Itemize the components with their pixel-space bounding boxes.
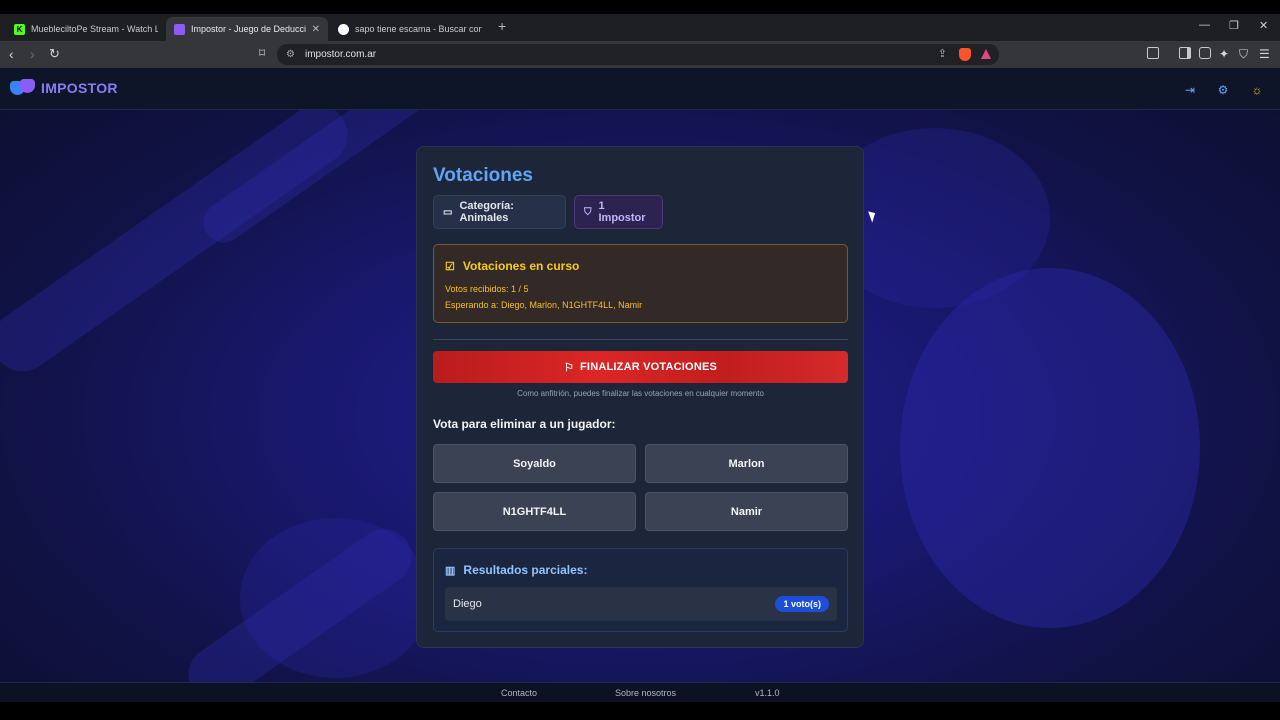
screen-bottom-border [0, 702, 1280, 720]
vote-count-badge: 1 voto(s) [775, 596, 829, 612]
host-hint: Como anfitrión, puedes finalizar las vot… [517, 389, 764, 398]
tab-title: Impostor - Juego de Deducción [191, 24, 306, 34]
mask-icon [174, 23, 185, 35]
window-close-icon[interactable]: ✕ [1259, 19, 1268, 32]
browser-tab-stream[interactable]: K MuebleciltoPe Stream - Watch Live on [6, 17, 166, 41]
brave-shields-icon[interactable] [959, 48, 971, 61]
tab-search-icon[interactable] [1147, 47, 1159, 59]
status-title: Votaciones en curso [462, 259, 580, 273]
app-logo[interactable]: IMPOSTOR [10, 79, 118, 97]
player-name: N1GHTF4LL [502, 505, 567, 518]
divider [433, 339, 848, 340]
brave-rewards-icon[interactable] [981, 49, 991, 59]
impostor-count-chip: ⛉ 1 Impostor [574, 195, 663, 229]
close-tab-icon[interactable]: ✕ [312, 24, 320, 35]
vote-player-button[interactable]: N1GHTF4LL [433, 492, 636, 531]
contact-link[interactable]: Contacto [501, 688, 537, 698]
menu-icon[interactable]: ☰ [1259, 46, 1270, 62]
about-link[interactable]: Sobre nosotros [615, 688, 676, 698]
share-icon[interactable]: ⇪ [938, 47, 947, 60]
vote-prompt: Vota para eliminar a un jugador: [433, 417, 616, 431]
waiting-players: Esperando a: Diego, Marlon, N1GHTF4LL, N… [445, 300, 643, 310]
vote-player-button[interactable]: Marlon [645, 444, 848, 483]
theater-masks-icon [10, 79, 36, 97]
vote-player-button[interactable]: Namir [645, 492, 848, 531]
wallet-icon[interactable] [1199, 47, 1211, 59]
theater-mask-bg [240, 518, 430, 678]
url-text: impostor.com.ar [304, 49, 377, 60]
kick-icon: K [14, 23, 25, 35]
theme-sun-icon[interactable]: ☼ [1245, 78, 1269, 102]
reload-icon[interactable]: ↻ [49, 46, 60, 62]
tab-title: MuebleciltoPe Stream - Watch Live on [31, 24, 158, 34]
bookmark-icon[interactable]: ⌑ [259, 46, 265, 60]
back-icon[interactable]: ‹ [9, 46, 14, 62]
leo-ai-icon[interactable]: ✦ [1219, 46, 1229, 62]
bg-stripe [0, 92, 360, 384]
results-title: Resultados parciales: [463, 563, 588, 577]
forward-icon[interactable]: › [30, 46, 35, 62]
page-footer: Contacto Sobre nosotros v1.1.0 [0, 682, 1280, 702]
screen-top-border [0, 0, 1280, 14]
address-bar[interactable]: ⚙ impostor.com.ar ⇪ [277, 44, 999, 65]
logo-text: IMPOSTOR [41, 80, 118, 96]
app-header: IMPOSTOR ⇥ ⚙ ☼ [0, 68, 1280, 110]
player-name: Marlon [728, 457, 765, 470]
finalize-label: FINALIZAR VOTACIONES [580, 361, 718, 373]
folder-icon: ▭ [443, 206, 453, 218]
sidebar-icon[interactable] [1179, 47, 1191, 59]
result-row: Diego 1 voto(s) [445, 587, 837, 621]
vpn-shield-icon[interactable]: ⛉ [1239, 46, 1248, 62]
impostor-count-label: 1 Impostor [598, 200, 646, 224]
voting-card: Votaciones ▭ Categoría: Animales ⛉ 1 Imp… [416, 146, 864, 648]
browser-tab-strip: K MuebleciltoPe Stream - Watch Live on I… [0, 14, 1280, 41]
browser-toolbar: ‹ › ↻ ⌑ ⚙ impostor.com.ar ⇪ ✦ ⛉ ☰ [0, 41, 1280, 68]
page-background: IMPOSTOR ⇥ ⚙ ☼ Votaciones ▭ Categoría: A… [0, 68, 1280, 702]
finalize-votes-button[interactable]: ⚐ FINALIZAR VOTACIONES [433, 351, 848, 383]
version-label: v1.1.0 [755, 688, 780, 698]
restore-icon[interactable]: ❐ [1229, 19, 1239, 32]
category-label: Categoría: Animales [459, 200, 514, 224]
browser-tab-impostor[interactable]: Impostor - Juego de Deducción ✕ [166, 17, 328, 41]
partial-results-panel: ▥ Resultados parciales: Diego 1 voto(s) [433, 548, 848, 632]
result-player-name: Diego [453, 598, 482, 610]
bar-chart-icon: ▥ [445, 564, 456, 577]
tab-title: sapo tiene escama - Buscar con Goo [355, 24, 482, 34]
vote-player-button[interactable]: Soyaldo [433, 444, 636, 483]
shield-icon: ⛉ [584, 206, 592, 218]
ballot-box-icon: ☑ [445, 260, 455, 273]
player-name: Soyaldo [513, 457, 556, 470]
page-title: Votaciones [433, 165, 533, 186]
category-chip: ▭ Categoría: Animales [433, 195, 566, 229]
flag-icon: ⚐ [563, 361, 575, 374]
browser-tab-google[interactable]: sapo tiene escama - Buscar con Goo [330, 17, 490, 41]
settings-gear-icon[interactable]: ⚙ [1211, 78, 1235, 102]
logout-icon[interactable]: ⇥ [1178, 78, 1202, 102]
theater-mask-bg [900, 268, 1200, 628]
new-tab-icon[interactable]: + [498, 18, 506, 34]
player-name: Namir [730, 505, 763, 518]
voting-status-panel: ☑ Votaciones en curso Votos recibidos: 1… [433, 244, 848, 323]
minimize-icon[interactable]: — [1199, 19, 1210, 31]
votes-received: Votos recibidos: 1 / 5 [445, 284, 529, 294]
site-settings-icon[interactable]: ⚙ [286, 49, 295, 60]
google-icon [338, 23, 349, 35]
